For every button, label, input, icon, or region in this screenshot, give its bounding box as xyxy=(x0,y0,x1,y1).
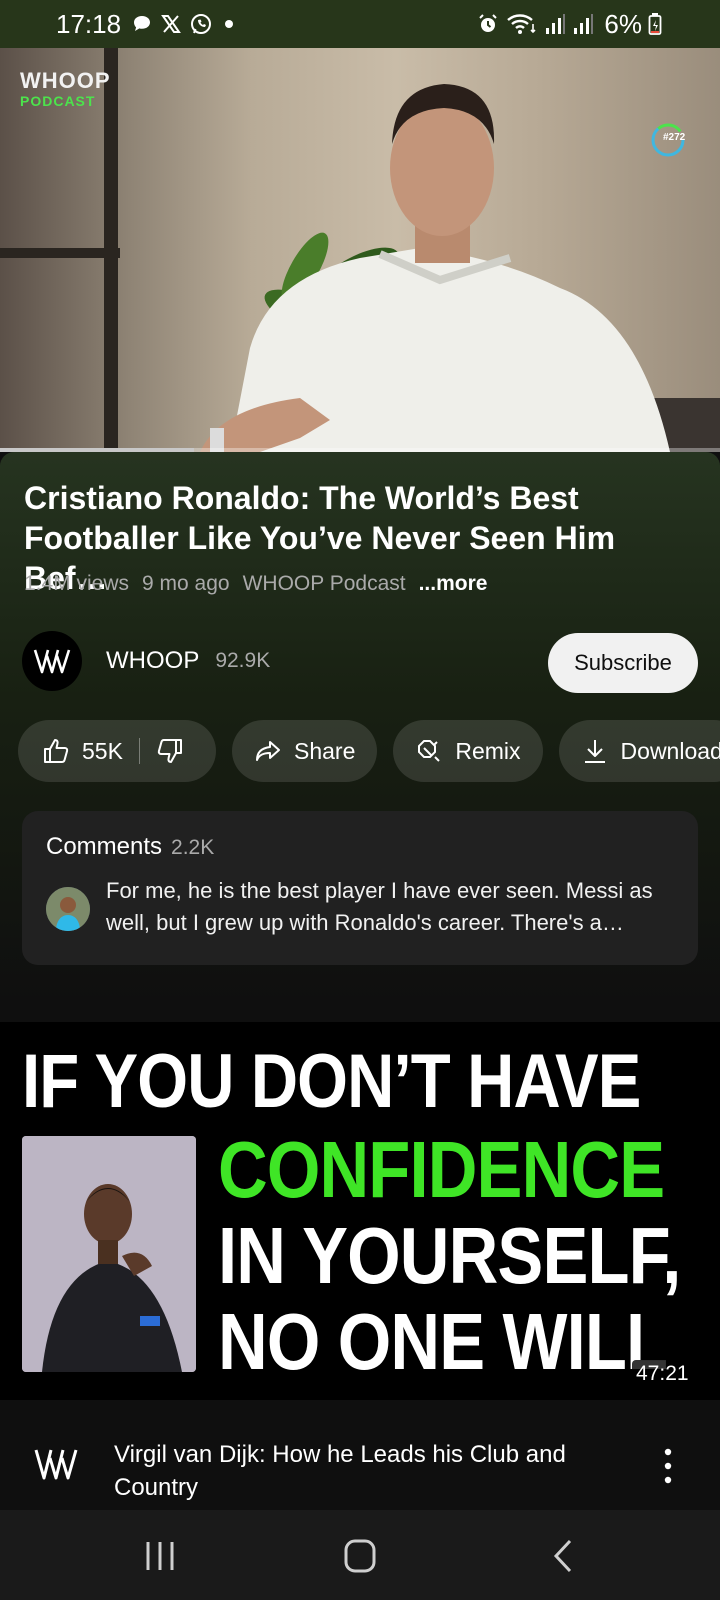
commenter-avatar xyxy=(46,887,90,931)
next-video-details[interactable]: Virgil van Dijk: How he Leads his Club a… xyxy=(0,1430,720,1510)
thumbnail-text-line-1: IF YOU DON’T HAVE xyxy=(22,1039,641,1124)
chat-bubble-icon xyxy=(134,16,151,31)
next-video-thumbnail[interactable]: IF YOU DON’T HAVE CONFIDENCE IN YOURSELF… xyxy=(0,1022,720,1400)
subscribe-button[interactable]: Subscribe xyxy=(548,633,698,693)
logo-whoop-text: WHOOP xyxy=(20,68,111,93)
top-comment-text: For me, he is the best player I have eve… xyxy=(106,878,653,935)
notification-icons xyxy=(131,12,238,36)
remix-icon xyxy=(418,740,441,762)
dot-icon xyxy=(225,20,234,28)
channel-row[interactable]: WHOOP 92.9K Subscribe xyxy=(22,630,698,693)
like-divider xyxy=(138,738,140,764)
whoop-logo-icon[interactable] xyxy=(34,1444,80,1484)
back-icon[interactable] xyxy=(544,1538,584,1574)
thumbnail-text-line-2: CONFIDENCE xyxy=(218,1125,665,1214)
commenter-avatar-image xyxy=(46,887,90,931)
logo-podcast-text: PODCAST xyxy=(20,93,96,109)
x-logo-icon xyxy=(161,15,181,33)
download-icon xyxy=(584,740,605,763)
comments-count: 2.2K xyxy=(171,836,215,859)
podcast-logo: WHOOP PODCAST xyxy=(20,68,111,109)
system-icons: 6% xyxy=(476,0,662,48)
channel-tag: WHOOP Podcast xyxy=(242,572,406,595)
recent-apps-icon[interactable] xyxy=(140,1538,180,1574)
share-button[interactable]: Share xyxy=(232,720,378,782)
thumbs-down-icon[interactable] xyxy=(156,737,184,765)
wifi-icon xyxy=(507,14,536,34)
alarm-icon xyxy=(479,14,498,32)
action-bar: 55K Share Remix Download xyxy=(18,720,720,782)
download-button[interactable]: Download xyxy=(558,720,720,782)
download-label: Download xyxy=(620,737,720,764)
more-options-icon[interactable] xyxy=(658,1446,678,1486)
home-icon[interactable] xyxy=(340,1538,380,1574)
video-player[interactable]: WHOOP PODCAST #272 xyxy=(0,48,720,452)
subscriber-count: 92.9K xyxy=(215,649,271,672)
comments-header: Comments 2.2K xyxy=(46,833,214,861)
speaker-image xyxy=(200,84,720,452)
like-dislike-group: 55K xyxy=(18,720,216,782)
signal-icon xyxy=(546,14,566,34)
view-count: 1.4M views xyxy=(24,572,130,595)
comments-label: Comments xyxy=(46,833,163,860)
battery-icon xyxy=(648,13,662,35)
channel-avatar[interactable] xyxy=(22,631,82,691)
video-meta[interactable]: 1.4M views 9 mo ago WHOOP Podcast ...mor… xyxy=(24,572,487,596)
status-time: 17:18 xyxy=(56,8,122,39)
whatsapp-icon xyxy=(191,14,212,34)
thumbs-up-icon[interactable] xyxy=(42,737,70,765)
battery-percent: 6% xyxy=(604,8,642,39)
comments-section[interactable]: Comments 2.2K For me, he is the best pla… xyxy=(22,811,698,965)
channel-name[interactable]: WHOOP xyxy=(106,647,199,675)
video-duration: 47:21 xyxy=(632,1360,693,1388)
status-bar: 17:18 6% xyxy=(0,0,720,48)
whoop-logo-icon xyxy=(33,649,71,674)
episode-number: #272 xyxy=(663,132,686,143)
thumbnail-person-image xyxy=(22,1136,196,1372)
share-arrow-icon xyxy=(256,741,280,761)
share-label: Share xyxy=(294,737,356,764)
more-link[interactable]: ...more xyxy=(419,572,488,596)
signal-icon xyxy=(574,14,594,34)
thumbnail-text-line-3: IN YOURSELF, xyxy=(218,1211,681,1300)
like-count[interactable]: 55K xyxy=(82,738,123,765)
system-nav-bar xyxy=(0,1510,720,1600)
thumbnail-text-line-4: NO ONE WILL xyxy=(218,1297,668,1386)
thumbnail-photo xyxy=(22,1136,196,1372)
upload-age: 9 mo ago xyxy=(142,572,230,595)
next-video-title[interactable]: Virgil van Dijk: How he Leads his Club a… xyxy=(114,1438,614,1504)
remix-button[interactable]: Remix xyxy=(393,720,543,782)
remix-label: Remix xyxy=(455,737,521,764)
